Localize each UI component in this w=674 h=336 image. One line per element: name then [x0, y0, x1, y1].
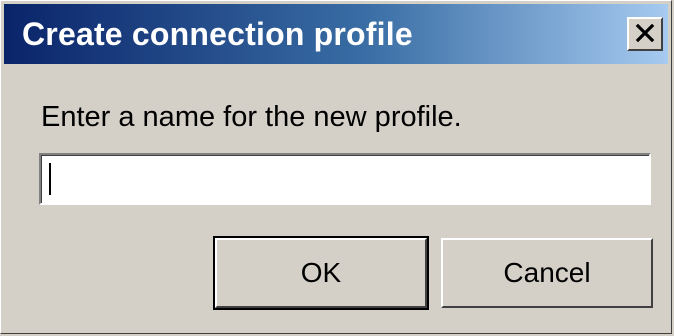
text-caret	[49, 163, 51, 195]
title-bar[interactable]: Create connection profile	[4, 4, 668, 64]
profile-name-input[interactable]	[39, 153, 651, 205]
dialog-title: Create connection profile	[22, 16, 413, 52]
cancel-button[interactable]: Cancel	[441, 238, 653, 308]
create-profile-dialog: Create connection profile Enter a name f…	[0, 0, 672, 334]
close-icon	[635, 24, 655, 42]
close-button[interactable]	[627, 17, 663, 51]
ok-button[interactable]: OK	[213, 236, 429, 310]
prompt-label: Enter a name for the new profile.	[41, 101, 462, 133]
